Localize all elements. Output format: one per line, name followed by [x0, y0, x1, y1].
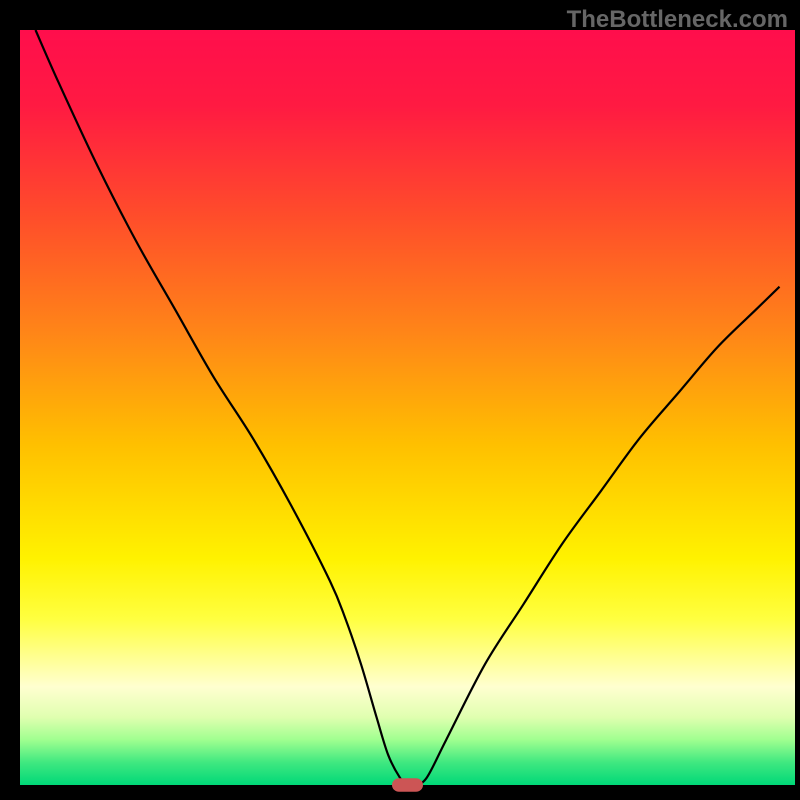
plot-background	[20, 30, 795, 785]
chart-container: TheBottleneck.com	[0, 0, 800, 800]
bottleneck-chart	[0, 0, 800, 800]
attribution-label: TheBottleneck.com	[567, 6, 788, 34]
optimal-marker	[392, 778, 423, 792]
